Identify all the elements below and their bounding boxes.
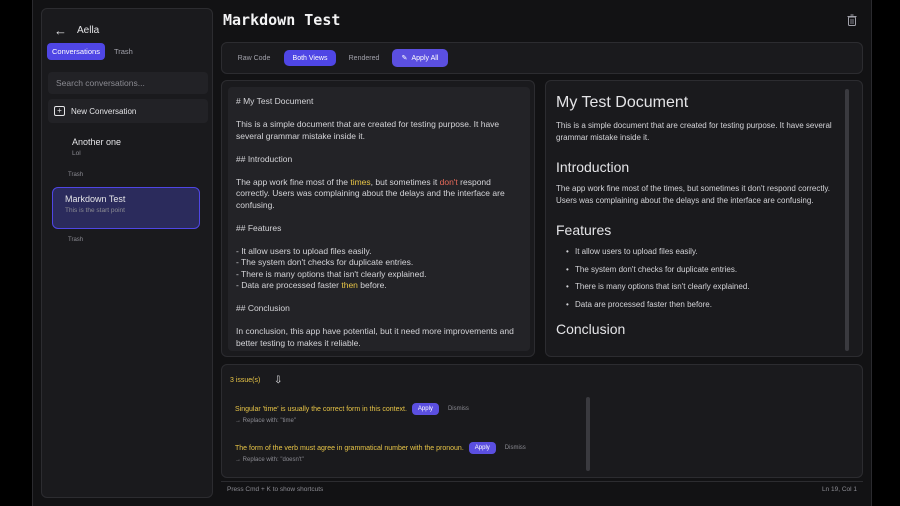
editor-line: - It allow users to upload files easily. <box>236 245 372 256</box>
preview-scrollbar[interactable] <box>845 89 849 351</box>
issue-message: Singular 'time' is usually the correct f… <box>235 405 407 413</box>
apply-all-label: Apply All <box>411 54 439 62</box>
editor-paragraph: The app work fine most of the times, but… <box>236 176 508 210</box>
conversation-title: Markdown Test <box>65 194 126 204</box>
conversation-title: Another one <box>72 137 122 147</box>
delete-icon[interactable] <box>847 14 857 26</box>
status-bar: Press Cmd + K to show shortcuts Ln 19, C… <box>221 481 863 497</box>
app-name: Aella <box>77 24 100 36</box>
app-window: ← Aella Conversations Trash Search conve… <box>32 0 872 506</box>
tab-trash[interactable]: Trash <box>109 43 138 60</box>
dismiss-button[interactable]: Dismiss <box>444 403 473 415</box>
download-icon[interactable]: ⇩ <box>274 375 282 386</box>
issue-replacement: → Replace with: "time" <box>235 418 296 424</box>
list-item: It allow users to upload files easily. <box>566 246 852 258</box>
both-views-button[interactable]: Both Views <box>284 50 336 66</box>
search-input[interactable]: Search conversations... <box>48 72 208 94</box>
editor-line: ## Features <box>236 222 282 233</box>
add-message-icon: + <box>54 106 65 116</box>
markdown-editor[interactable]: # My Test Document This is a simple docu… <box>221 80 535 357</box>
preview-list: It allow users to upload files easily. T… <box>566 246 852 311</box>
conversation-trash-link[interactable]: Trash <box>68 237 83 243</box>
new-conversation-label: New Conversation <box>71 106 137 116</box>
sidebar-header: ← Aella <box>54 19 99 41</box>
conversation-subtitle: Lol <box>72 150 81 157</box>
issue-item: Singular 'time' is usually the correct f… <box>235 403 473 424</box>
preview-heading: My Test Document <box>556 94 689 111</box>
back-arrow-icon[interactable]: ← <box>54 23 67 38</box>
editor-line: # My Test Document <box>236 96 314 106</box>
conversation-item-active[interactable]: Markdown Test This is the start point <box>52 187 200 229</box>
tab-conversations[interactable]: Conversations <box>47 43 105 60</box>
dismiss-button[interactable]: Dismiss <box>501 442 530 454</box>
editor-textarea[interactable]: # My Test Document This is a simple docu… <box>228 87 530 351</box>
cursor-position: Ln 19, Col 1 <box>821 486 857 493</box>
editor-line: ## Introduction <box>236 153 293 164</box>
preview-paragraph: This is a simple document that are creat… <box>556 121 832 142</box>
page-title: Markdown Test <box>223 11 341 29</box>
editor-line: ## Conclusion <box>236 303 290 313</box>
list-item: Data are processed faster then before. <box>566 299 852 311</box>
rendered-preview: My Test Document This is a simple docume… <box>545 80 863 357</box>
issues-panel: 3 issue(s) ⇩ Singular 'time' is usually … <box>221 364 863 478</box>
grammar-highlight[interactable]: don't <box>440 177 458 187</box>
editor-line: - There is many options that isn't clear… <box>236 268 427 279</box>
grammar-highlight[interactable]: times <box>350 177 370 187</box>
sidebar-tabs: Conversations Trash <box>47 43 138 60</box>
new-conversation-button[interactable]: + New Conversation <box>48 99 208 123</box>
issue-replacement: → Replace with: "doesn't" <box>235 457 304 463</box>
list-item: The system don't checks for duplicate en… <box>566 264 852 276</box>
view-toolbar: Raw Code Both Views Rendered ✎ Apply All <box>221 42 863 74</box>
preview-paragraph: The app work fine most of the times, but… <box>556 184 830 205</box>
conversation-subtitle: This is the start point <box>65 207 125 214</box>
grammar-highlight[interactable]: then <box>341 280 358 290</box>
editor-line: This is a simple document that are creat… <box>236 119 502 141</box>
editor-line: In conclusion, this app have potential, … <box>236 326 517 348</box>
issues-scrollbar[interactable] <box>586 397 590 471</box>
editor-line: - The system don't checks for duplicate … <box>236 257 414 267</box>
conversation-trash-link[interactable]: Trash <box>68 172 83 178</box>
preview-heading: Conclusion <box>556 320 626 337</box>
shortcut-hint: Press Cmd + K to show shortcuts <box>227 486 324 493</box>
list-item: There is many options that isn't clearly… <box>566 281 852 293</box>
issue-count: 3 issue(s) <box>230 377 261 384</box>
raw-code-button[interactable]: Raw Code <box>230 50 278 66</box>
issue-message: The form of the verb must agree in gramm… <box>235 444 464 452</box>
apply-fix-button[interactable]: Apply <box>411 403 439 415</box>
preview-heading: Introduction <box>556 159 630 175</box>
apply-all-button[interactable]: ✎ Apply All <box>392 49 448 67</box>
pencil-icon: ✎ <box>401 55 408 62</box>
sidebar: ← Aella Conversations Trash Search conve… <box>41 8 213 498</box>
editor-line: - Data are processed faster then before. <box>236 280 387 290</box>
search-placeholder: Search conversations... <box>56 78 145 88</box>
conversation-item[interactable]: Another one Lol <box>60 131 208 163</box>
rendered-button[interactable]: Rendered <box>340 50 388 66</box>
preview-heading: Features <box>556 222 612 238</box>
apply-fix-button[interactable]: Apply <box>468 442 496 454</box>
issue-item: The form of the verb must agree in gramm… <box>235 442 530 463</box>
